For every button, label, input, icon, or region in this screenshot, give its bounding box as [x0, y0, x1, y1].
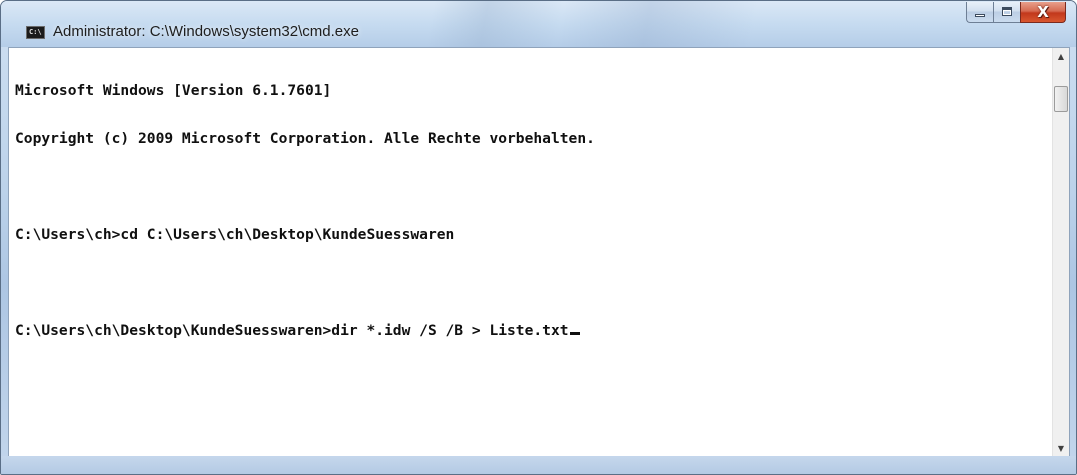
caption-buttons: X — [966, 2, 1066, 23]
scrollbar-thumb[interactable] — [1054, 86, 1068, 112]
close-button[interactable]: X — [1020, 2, 1066, 23]
close-icon: X — [1037, 3, 1049, 21]
console-output[interactable]: Microsoft Windows [Version 6.1.7601] Cop… — [9, 48, 1052, 457]
minimize-icon — [975, 14, 985, 17]
minimize-button[interactable] — [966, 2, 993, 23]
scroll-up-arrow-icon[interactable]: ▲ — [1053, 48, 1069, 65]
console-line: C:\Users\ch>cd C:\Users\ch\Desktop\Kunde… — [15, 226, 455, 243]
cmd-icon[interactable]: C:\ — [26, 26, 45, 39]
console-command: C:\Users\ch\Desktop\KundeSuesswaren>dir … — [15, 322, 569, 339]
vertical-scrollbar[interactable]: ▲ ▼ — [1052, 48, 1069, 457]
console-input-line[interactable]: C:\Users\ch\Desktop\KundeSuesswaren>dir … — [15, 323, 1052, 339]
console-line: Microsoft Windows [Version 6.1.7601] — [15, 82, 332, 99]
cmd-window: C:\ Administrator: C:\Windows\system32\c… — [0, 0, 1077, 475]
console-area[interactable]: Microsoft Windows [Version 6.1.7601] Cop… — [8, 47, 1070, 458]
console-line: Copyright (c) 2009 Microsoft Corporation… — [15, 130, 595, 147]
cmd-icon-label: C:\ — [29, 28, 42, 36]
maximize-button[interactable] — [993, 2, 1020, 23]
text-cursor — [569, 332, 580, 335]
title-bar[interactable]: C:\ Administrator: C:\Windows\system32\c… — [1, 1, 1076, 47]
window-bottom-border[interactable] — [1, 456, 1076, 474]
scroll-down-arrow-icon[interactable]: ▼ — [1053, 440, 1069, 457]
maximize-icon — [1002, 7, 1012, 16]
window-title: Administrator: C:\Windows\system32\cmd.e… — [53, 23, 359, 40]
